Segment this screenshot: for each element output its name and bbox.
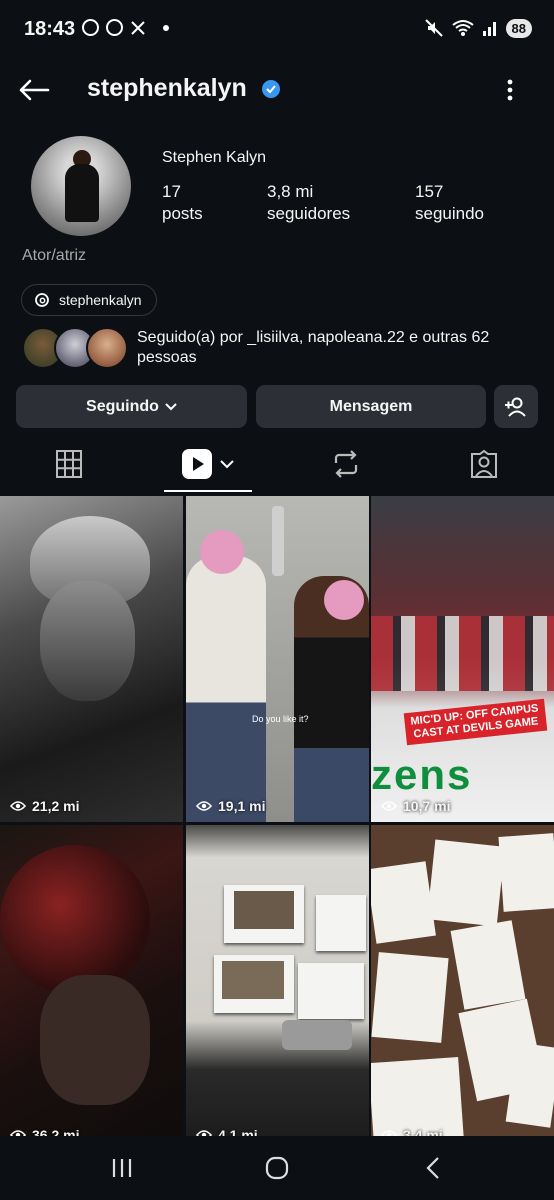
tab-reposts[interactable] (306, 440, 386, 488)
eye-icon (196, 801, 212, 811)
profile-header: stephenkalyn (0, 60, 554, 120)
active-tab-indicator (164, 490, 252, 492)
system-icons: 88 (424, 18, 532, 38)
verified-badge-icon (262, 80, 280, 98)
message-button-label: Mensagem (329, 397, 413, 415)
reel-views-count: 10,7 mi (403, 798, 451, 814)
reel-thumbnail[interactable]: MIC'D UP: OFF CAMPUS CAST AT DEVILS GAME… (371, 496, 554, 822)
home-icon[interactable] (265, 1156, 289, 1180)
tab-reels[interactable] (168, 440, 248, 488)
followed-by-text[interactable]: Seguido(a) por _lisiilva, napoleana.22 e… (137, 328, 537, 368)
recent-apps-icon[interactable] (111, 1158, 133, 1178)
grid-icon (56, 450, 82, 478)
reel-views: 21,2 mi (10, 798, 79, 814)
reel-thumbnail[interactable]: 3,4 mi (371, 825, 554, 1151)
profile-full-name: Stephen Kalyn (162, 149, 267, 166)
stat-followers[interactable]: 3,8 mi seguidores (267, 181, 350, 225)
status-time: 18:43 (24, 18, 76, 40)
mutual-avatar (86, 327, 128, 369)
reel-caption: MIC'D UP: OFF CAMPUS CAST AT DEVILS GAME (403, 698, 547, 746)
threads-icon (35, 293, 49, 307)
stat-followers-label: seguidores (267, 204, 351, 223)
stat-following-number: 157 (415, 182, 444, 201)
back-icon[interactable] (425, 1156, 441, 1180)
arena-sign-text: zens (371, 751, 473, 798)
tagged-person-icon (471, 449, 497, 478)
repost-icon (334, 450, 358, 478)
add-person-icon (505, 397, 526, 417)
whatsapp-icon (82, 19, 99, 36)
wifi-icon (451, 20, 474, 36)
reel-thumbnail[interactable]: 36,2 mi (0, 825, 183, 1151)
reel-views-count: 21,2 mi (32, 798, 80, 814)
more-notifications-dot (163, 24, 169, 31)
reel-thumbnail[interactable]: 4,1 mi (186, 825, 369, 1151)
reel-subtitle: Do you like it? (252, 714, 309, 724)
notification-icons (82, 19, 169, 36)
threads-handle: stephenkalyn (59, 292, 142, 308)
reel-thumbnail[interactable]: 21,2 mi (0, 496, 183, 822)
profile-category: Ator/atriz (22, 247, 87, 264)
reel-caption-text: MIC'D UP: OFF CAMPUS CAST AT DEVILS GAME (409, 702, 540, 741)
stat-following[interactable]: 157 seguindo (415, 181, 484, 225)
mutual-followers-avatars[interactable] (22, 327, 128, 369)
battery-indicator: 88 (505, 18, 532, 38)
reel-views: 10,7 mi (381, 798, 450, 814)
more-options-icon[interactable] (503, 78, 517, 102)
stat-following-label: seguindo (415, 204, 485, 223)
back-arrow-icon[interactable] (18, 78, 50, 102)
stat-posts-label: posts (162, 204, 203, 223)
reel-views-count: 19,1 mi (218, 798, 266, 814)
profile-username: stephenkalyn (87, 74, 247, 102)
stat-followers-number: 3,8 mi (267, 182, 314, 201)
chevron-down-icon (220, 460, 234, 469)
following-button-label: Seguindo (86, 397, 159, 415)
chevron-down-icon (165, 402, 177, 410)
profile-avatar[interactable] (31, 136, 131, 236)
reels-play-icon (182, 449, 212, 479)
eye-icon (10, 801, 26, 811)
suggest-people-button[interactable] (494, 385, 538, 428)
system-navigation-bar (0, 1136, 554, 1200)
following-button[interactable]: Seguindo (16, 385, 247, 428)
status-bar: 18:43 88 (0, 0, 554, 60)
mute-icon (424, 19, 443, 37)
x-icon (131, 20, 145, 35)
stat-posts[interactable]: 17 posts (162, 181, 203, 225)
reel-views: 19,1 mi (196, 798, 265, 814)
message-button[interactable]: Mensagem (256, 385, 486, 428)
stat-posts-number: 17 (162, 182, 181, 201)
reel-thumbnail[interactable]: Do you like it? 19,1 mi (186, 496, 369, 822)
eye-icon (381, 801, 397, 811)
signal-icon (482, 22, 496, 36)
messenger-icon (106, 19, 123, 36)
tab-posts-grid[interactable] (29, 440, 109, 488)
threads-link[interactable]: stephenkalyn (21, 284, 157, 316)
tab-tagged[interactable] (444, 440, 524, 488)
